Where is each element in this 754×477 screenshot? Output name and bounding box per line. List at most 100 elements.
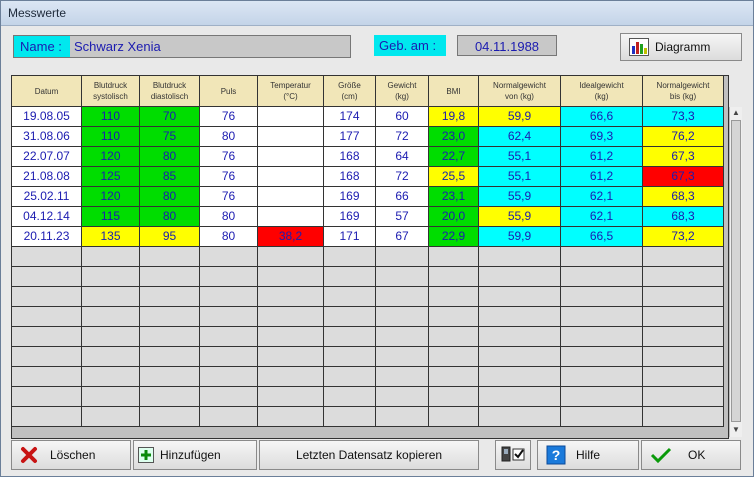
empty-cell[interactable]	[429, 287, 479, 307]
empty-cell[interactable]	[429, 387, 479, 407]
empty-cell[interactable]	[429, 267, 479, 287]
table-cell[interactable]: 76	[200, 107, 258, 127]
column-header[interactable]: Normalgewicht bis (kg)	[643, 76, 724, 107]
table-cell[interactable]: 59,9	[479, 227, 561, 247]
table-cell[interactable]: 59,9	[479, 107, 561, 127]
empty-cell[interactable]	[643, 407, 724, 427]
empty-cell[interactable]	[479, 307, 561, 327]
table-cell[interactable]: 23,1	[429, 187, 479, 207]
table-cell[interactable]: 169	[324, 187, 376, 207]
column-header[interactable]: Normalgewicht von (kg)	[479, 76, 561, 107]
empty-cell[interactable]	[140, 287, 200, 307]
table-cell[interactable]	[258, 107, 324, 127]
empty-cell[interactable]	[140, 387, 200, 407]
empty-cell[interactable]	[12, 247, 82, 267]
empty-cell[interactable]	[376, 287, 429, 307]
table-cell[interactable]: 66,5	[561, 227, 643, 247]
table-cell[interactable]	[258, 187, 324, 207]
empty-cell[interactable]	[200, 327, 258, 347]
empty-cell[interactable]	[376, 347, 429, 367]
table-cell[interactable]: 62,1	[561, 187, 643, 207]
empty-cell[interactable]	[643, 267, 724, 287]
empty-cell[interactable]	[12, 327, 82, 347]
empty-cell[interactable]	[429, 327, 479, 347]
table-cell[interactable]: 168	[324, 167, 376, 187]
empty-cell[interactable]	[258, 347, 324, 367]
empty-cell[interactable]	[429, 247, 479, 267]
device-check-button[interactable]	[495, 440, 531, 470]
table-cell[interactable]: 177	[324, 127, 376, 147]
table-cell[interactable]: 21.08.08	[12, 167, 82, 187]
empty-cell[interactable]	[324, 267, 376, 287]
empty-cell[interactable]	[258, 367, 324, 387]
diagram-button[interactable]: Diagramm	[620, 33, 742, 61]
table-cell[interactable]: 20.11.23	[12, 227, 82, 247]
empty-cell[interactable]	[12, 407, 82, 427]
table-cell[interactable]: 135	[82, 227, 140, 247]
empty-cell[interactable]	[324, 307, 376, 327]
table-cell[interactable]: 80	[200, 127, 258, 147]
empty-cell[interactable]	[12, 267, 82, 287]
table-cell[interactable]: 69,3	[561, 127, 643, 147]
empty-cell[interactable]	[12, 347, 82, 367]
empty-cell[interactable]	[200, 347, 258, 367]
vertical-scrollbar[interactable]: ▲ ▼	[729, 107, 742, 437]
add-button[interactable]: Hinzufügen	[133, 440, 257, 470]
table-cell[interactable]: 57	[376, 207, 429, 227]
empty-cell[interactable]	[82, 347, 140, 367]
empty-cell[interactable]	[324, 407, 376, 427]
empty-cell[interactable]	[479, 267, 561, 287]
delete-button[interactable]: Löschen	[11, 440, 131, 470]
empty-cell[interactable]	[561, 327, 643, 347]
empty-cell[interactable]	[258, 407, 324, 427]
table-cell[interactable]: 31.08.06	[12, 127, 82, 147]
table-cell[interactable]: 76	[200, 167, 258, 187]
empty-cell[interactable]	[429, 307, 479, 327]
column-header[interactable]: Temperatur (°C)	[258, 76, 324, 107]
table-cell[interactable]: 62,1	[561, 207, 643, 227]
table-cell[interactable]: 20,0	[429, 207, 479, 227]
empty-cell[interactable]	[376, 407, 429, 427]
empty-cell[interactable]	[324, 287, 376, 307]
empty-cell[interactable]	[258, 387, 324, 407]
table-cell[interactable]	[258, 127, 324, 147]
table-cell[interactable]: 76,2	[643, 127, 724, 147]
empty-cell[interactable]	[140, 367, 200, 387]
empty-cell[interactable]	[643, 287, 724, 307]
table-cell[interactable]: 110	[82, 127, 140, 147]
table-cell[interactable]: 110	[82, 107, 140, 127]
table-cell[interactable]: 62,4	[479, 127, 561, 147]
empty-cell[interactable]	[643, 307, 724, 327]
empty-cell[interactable]	[429, 347, 479, 367]
table-cell[interactable]: 85	[140, 167, 200, 187]
empty-cell[interactable]	[429, 367, 479, 387]
empty-cell[interactable]	[561, 407, 643, 427]
column-header[interactable]: Puls	[200, 76, 258, 107]
empty-cell[interactable]	[200, 387, 258, 407]
empty-cell[interactable]	[376, 267, 429, 287]
table-cell[interactable]: 23,0	[429, 127, 479, 147]
column-header[interactable]: Blutdruck diastolisch	[140, 76, 200, 107]
table-cell[interactable]: 168	[324, 147, 376, 167]
table-cell[interactable]: 120	[82, 187, 140, 207]
empty-cell[interactable]	[561, 347, 643, 367]
table-cell[interactable]: 72	[376, 167, 429, 187]
table-cell[interactable]: 67,3	[643, 147, 724, 167]
empty-cell[interactable]	[324, 367, 376, 387]
table-cell[interactable]: 66,6	[561, 107, 643, 127]
empty-cell[interactable]	[140, 347, 200, 367]
empty-cell[interactable]	[324, 387, 376, 407]
empty-cell[interactable]	[82, 407, 140, 427]
empty-cell[interactable]	[479, 407, 561, 427]
empty-cell[interactable]	[200, 407, 258, 427]
empty-cell[interactable]	[258, 287, 324, 307]
table-cell[interactable]: 22,7	[429, 147, 479, 167]
table-cell[interactable]: 70	[140, 107, 200, 127]
table-cell[interactable]: 80	[140, 147, 200, 167]
table-cell[interactable]: 73,3	[643, 107, 724, 127]
empty-cell[interactable]	[200, 287, 258, 307]
empty-cell[interactable]	[140, 267, 200, 287]
table-cell[interactable]: 55,9	[479, 187, 561, 207]
table-cell[interactable]	[258, 207, 324, 227]
empty-cell[interactable]	[82, 307, 140, 327]
